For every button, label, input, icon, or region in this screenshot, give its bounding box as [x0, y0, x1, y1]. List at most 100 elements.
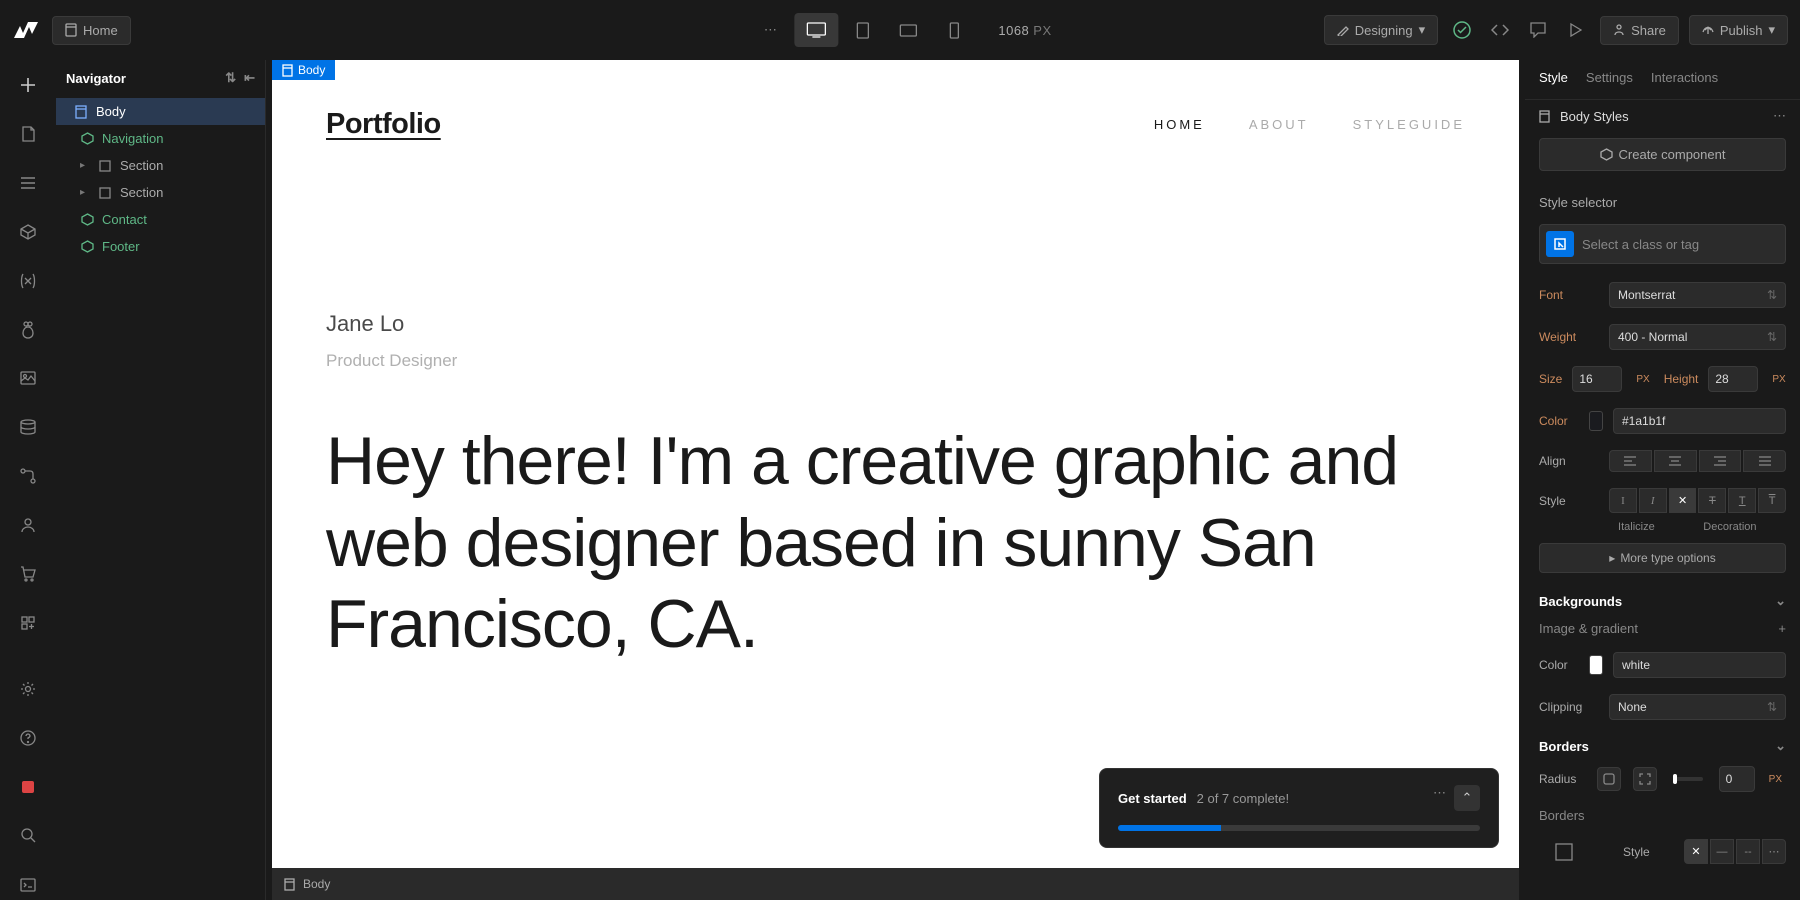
decoration-overline-icon[interactable]: T: [1758, 488, 1786, 513]
site-logo[interactable]: Portfolio: [326, 108, 441, 141]
align-left-icon[interactable]: [1609, 450, 1652, 472]
tree-item-section[interactable]: ▸ Section: [56, 152, 265, 179]
webflow-logo[interactable]: [12, 20, 40, 40]
hero-heading[interactable]: Hey there! I'm a creative graphic and we…: [326, 421, 1465, 666]
canvas[interactable]: Body Portfolio HOME ABOUT STYLEGUIDE Jan…: [272, 60, 1519, 868]
align-right-icon[interactable]: [1699, 450, 1742, 472]
check-icon[interactable]: [1448, 16, 1476, 44]
nav-styleguide[interactable]: STYLEGUIDE: [1353, 117, 1465, 132]
video-icon[interactable]: [12, 772, 44, 803]
home-button[interactable]: Home: [52, 16, 131, 45]
radius-slider[interactable]: [1673, 777, 1703, 781]
body-selection-tag[interactable]: Body: [272, 60, 335, 80]
breakpoint-tablet-icon[interactable]: [840, 13, 884, 47]
tree-item-body[interactable]: Body: [56, 98, 265, 125]
body-icon: [1539, 110, 1550, 123]
radius-input[interactable]: [1719, 766, 1755, 792]
users-icon[interactable]: [12, 509, 44, 540]
bg-color-input[interactable]: [1613, 652, 1786, 678]
align-center-icon[interactable]: [1654, 450, 1697, 472]
chevron-right-icon[interactable]: ▸: [80, 160, 90, 171]
designing-mode-button[interactable]: Designing ▾: [1324, 15, 1438, 45]
color-input[interactable]: [1613, 408, 1786, 434]
tree-item-navigation[interactable]: Navigation: [56, 125, 265, 152]
variables-icon[interactable]: [12, 265, 44, 296]
navigator-icon[interactable]: [12, 168, 44, 199]
tab-settings[interactable]: Settings: [1586, 70, 1633, 85]
radius-uniform-icon[interactable]: [1597, 767, 1621, 791]
border-dotted-icon[interactable]: ⋯: [1762, 839, 1786, 864]
settings-icon[interactable]: [12, 674, 44, 705]
search-icon[interactable]: [12, 820, 44, 851]
hero-name[interactable]: Jane Lo: [326, 311, 1465, 337]
audit-icon[interactable]: [12, 869, 44, 900]
decoration-sublabel: Decoration: [1674, 521, 1786, 533]
align-justify-icon[interactable]: [1743, 450, 1786, 472]
style-icon[interactable]: [12, 314, 44, 345]
add-icon[interactable]: +: [1778, 621, 1786, 636]
breakpoint-size: 1068PX: [998, 23, 1051, 38]
comment-icon[interactable]: [1524, 16, 1552, 44]
code-icon[interactable]: [1486, 16, 1514, 44]
style-italic-icon[interactable]: I: [1639, 488, 1667, 513]
create-component-button[interactable]: Create component: [1539, 138, 1786, 171]
radius-individual-icon[interactable]: [1633, 767, 1657, 791]
decoration-none-icon[interactable]: ✕: [1669, 488, 1697, 513]
weight-select[interactable]: 400 - Normal⇅: [1609, 324, 1786, 350]
chevron-right-icon[interactable]: ▸: [80, 187, 90, 198]
decoration-strike-icon[interactable]: T: [1698, 488, 1726, 513]
tree-item-contact[interactable]: Contact: [56, 206, 265, 233]
preview-icon[interactable]: [1562, 16, 1590, 44]
border-dashed-icon[interactable]: --: [1736, 839, 1760, 864]
collapse-panel-icon[interactable]: ⇤: [244, 70, 255, 86]
style-label: Style: [1539, 494, 1599, 508]
color-swatch[interactable]: [1589, 411, 1603, 431]
share-button[interactable]: Share: [1600, 16, 1679, 45]
italicize-sublabel: Italicize: [1599, 521, 1674, 533]
size-input[interactable]: [1572, 366, 1622, 392]
nav-home[interactable]: HOME: [1154, 117, 1205, 132]
style-normal-icon[interactable]: I: [1609, 488, 1637, 513]
decoration-underline-icon[interactable]: T: [1728, 488, 1756, 513]
breakpoint-more-icon[interactable]: ⋯: [748, 13, 792, 47]
tab-style[interactable]: Style: [1539, 70, 1568, 85]
components-icon[interactable]: [12, 216, 44, 247]
border-none-icon[interactable]: ✕: [1684, 839, 1708, 864]
hero-role[interactable]: Product Designer: [326, 351, 1465, 371]
weight-label: Weight: [1539, 330, 1599, 344]
chevron-up-icon[interactable]: ⌃: [1454, 785, 1480, 811]
cms-icon[interactable]: [12, 412, 44, 443]
assets-icon[interactable]: [12, 363, 44, 394]
tree-item-footer[interactable]: Footer: [56, 233, 265, 260]
height-input[interactable]: [1708, 366, 1758, 392]
collapse-icon[interactable]: ⌄: [1775, 593, 1786, 609]
nav-about[interactable]: ABOUT: [1249, 117, 1309, 132]
pages-icon[interactable]: [12, 119, 44, 150]
more-type-options-button[interactable]: ▸More type options: [1539, 543, 1786, 573]
breakpoint-tablet-landscape-icon[interactable]: [886, 13, 930, 47]
help-icon[interactable]: [12, 723, 44, 754]
add-element-icon[interactable]: [12, 70, 44, 101]
get-started-popover: Get started 2 of 7 complete! ⋯ ⌃: [1099, 768, 1499, 848]
more-icon[interactable]: ⋯: [1433, 785, 1446, 811]
breadcrumb[interactable]: Body: [272, 868, 1519, 900]
breakpoint-mobile-icon[interactable]: [932, 13, 976, 47]
more-icon[interactable]: ⋯: [1773, 108, 1786, 124]
ecommerce-icon[interactable]: [12, 558, 44, 589]
apps-icon[interactable]: [12, 607, 44, 638]
body-styles-label: Body Styles: [1560, 109, 1629, 124]
border-solid-icon[interactable]: —: [1710, 839, 1734, 864]
tree-item-section[interactable]: ▸ Section: [56, 179, 265, 206]
publish-button[interactable]: Publish ▾: [1689, 15, 1788, 45]
borders-label: Borders: [1539, 808, 1585, 823]
clipping-select[interactable]: None⇅: [1609, 694, 1786, 720]
logic-icon[interactable]: [12, 461, 44, 492]
style-selector-input[interactable]: Select a class or tag: [1539, 224, 1786, 264]
breakpoint-desktop-icon[interactable]: [794, 13, 838, 47]
collapse-icon[interactable]: ⌄: [1775, 738, 1786, 754]
font-select[interactable]: Montserrat⇅: [1609, 282, 1786, 308]
tab-interactions[interactable]: Interactions: [1651, 70, 1718, 85]
border-sides-icon[interactable]: [1553, 841, 1575, 863]
bg-color-swatch[interactable]: [1589, 655, 1603, 675]
expand-collapse-icon[interactable]: ⇅: [225, 70, 236, 86]
